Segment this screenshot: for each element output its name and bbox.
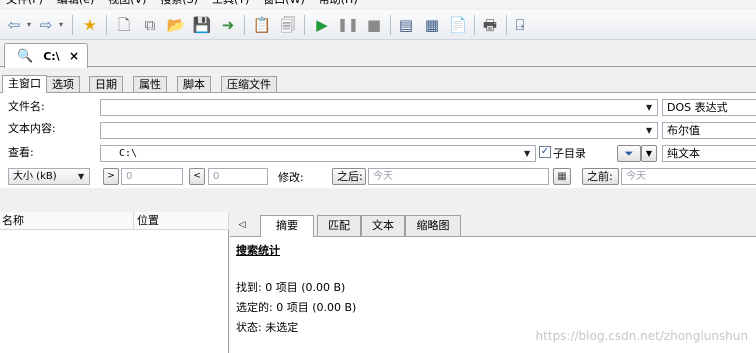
report-icon[interactable]: 📄 xyxy=(448,15,468,35)
chevron-down-icon[interactable]: ▼ xyxy=(646,103,652,112)
layout-icon[interactable]: ▦ xyxy=(422,15,442,35)
summary-heading: 搜索统计 xyxy=(236,244,280,257)
content-input[interactable] xyxy=(100,122,658,139)
results-list[interactable]: 名称 位置 xyxy=(0,212,229,353)
before-button[interactable]: 之前: xyxy=(582,168,619,185)
menu-view[interactable]: 视图(V) xyxy=(108,0,146,8)
tab-matches[interactable]: 匹配 xyxy=(317,215,361,236)
new-icon[interactable]: 🗋 xyxy=(114,15,134,35)
selected-count: 选定的: 0 项目 (0.00 B) xyxy=(236,301,357,314)
tab-scroll-left-icon[interactable]: ◁ xyxy=(234,215,250,236)
filename-label: 文件名: xyxy=(8,100,45,113)
before-date-input[interactable]: 今天 xyxy=(621,168,756,185)
tab-main[interactable]: 主窗口 xyxy=(2,75,47,93)
tab-attributes[interactable]: 属性 xyxy=(133,76,167,93)
filter-dropdown-icon[interactable]: ▼ xyxy=(641,145,657,162)
menu-tools[interactable]: 工具(T) xyxy=(212,0,249,8)
chevron-down-icon[interactable]: ▼ xyxy=(646,126,652,135)
content-mode-select[interactable]: 布尔值 xyxy=(662,122,756,139)
content-label: 文本内容: xyxy=(8,122,56,135)
forward-dropdown-icon[interactable]: ▾ xyxy=(56,15,66,35)
forward-icon[interactable]: ⇨ xyxy=(36,15,56,35)
calendar-icon[interactable]: ▦ xyxy=(553,168,571,185)
pause-icon[interactable]: ❚❚ xyxy=(337,15,359,35)
size-lt-button[interactable]: < xyxy=(189,168,205,185)
watermark: https://blog.csdn.net/zhonglunshun xyxy=(535,329,748,343)
detail-pane: ◁ 摘要 匹配 文本 缩略图 搜索统计 找到: 0 项目 (0.00 B) 选定… xyxy=(230,212,756,353)
after-date-input[interactable]: 今天 xyxy=(368,168,549,185)
after-button[interactable]: 之后: xyxy=(332,168,366,185)
size-lt-input[interactable]: 0 xyxy=(208,168,268,185)
magnifier-icon: 🔍 xyxy=(17,48,34,64)
chevron-down-icon[interactable]: ▼ xyxy=(78,172,84,181)
lookin-input[interactable]: C:\ xyxy=(100,145,536,162)
subdirs-checkbox[interactable]: ✓ xyxy=(539,146,551,158)
size-gt-input[interactable]: 0 xyxy=(121,168,183,185)
copy-icon[interactable]: ⧉ xyxy=(140,15,160,35)
menu-search[interactable]: 搜索(S) xyxy=(160,0,198,8)
search-file-icon[interactable]: 🗐 xyxy=(278,15,298,35)
size-gt-button[interactable]: > xyxy=(103,168,119,185)
tab-script[interactable]: 脚本 xyxy=(177,76,211,93)
save-icon[interactable]: 💾 xyxy=(192,15,212,35)
export-icon[interactable]: ➜ xyxy=(218,15,238,35)
status-text: 状态: 未选定 xyxy=(236,321,299,334)
filename-input[interactable] xyxy=(100,99,658,116)
menubar: 文件(F) 编辑(e) 视图(V) 搜索(S) 工具(T) 窗口(W) 帮助(H… xyxy=(0,0,756,8)
column-header-name[interactable]: 名称 xyxy=(0,212,134,230)
filename-mode-select[interactable]: DOS 表达式 xyxy=(662,99,756,116)
column-header-location[interactable]: 位置 xyxy=(134,212,229,230)
open-folder-icon[interactable]: 📂 xyxy=(166,15,186,35)
tab-text[interactable]: 文本 xyxy=(361,215,405,236)
toolbar: ⇦ ▾ ⇨ ▾ ★ 🗋 ⧉ 📂 💾 ➜ 📋 🗐 ▶ ❚❚ ■ ▤ ▦ 📄 🖶 ⍈ xyxy=(0,10,756,40)
stop-icon[interactable]: ■ xyxy=(364,15,384,35)
print-icon[interactable]: 🖶 xyxy=(480,15,500,35)
document-tab-title: C:\ xyxy=(43,49,60,63)
document-tab[interactable]: 🔍 C:\ × xyxy=(4,43,88,68)
tab-summary[interactable]: 摘要 xyxy=(260,215,314,237)
menu-file[interactable]: 文件(F) xyxy=(6,0,43,8)
document-tab-bar: 🔍 C:\ × xyxy=(0,40,756,68)
favorites-icon[interactable]: ★ xyxy=(80,15,100,35)
subdirs-label: 子目录 xyxy=(553,147,586,160)
tab-date[interactable]: 日期 xyxy=(89,76,123,93)
menu-help[interactable]: 帮助(H) xyxy=(319,0,358,8)
chevron-down-icon[interactable]: ▼ xyxy=(524,149,530,158)
tab-archives[interactable]: 压缩文件 xyxy=(221,76,277,93)
search-panel: 文件名: ▼ DOS 表达式 文本内容: ▼ 布尔值 查看: C:\ ▼ ✓ 子… xyxy=(0,92,756,188)
tab-thumbnails[interactable]: 缩略图 xyxy=(405,215,461,236)
modified-label: 修改: xyxy=(278,171,304,184)
clipboard-icon[interactable]: 📋 xyxy=(252,15,272,35)
found-count: 找到: 0 项目 (0.00 B) xyxy=(236,281,346,294)
filter-icon[interactable]: ⏷ xyxy=(617,145,641,162)
back-dropdown-icon[interactable]: ▾ xyxy=(24,15,34,35)
tab-options[interactable]: 选项 xyxy=(46,76,80,93)
properties-icon[interactable]: ▤ xyxy=(396,15,416,35)
summary-panel: 搜索统计 找到: 0 项目 (0.00 B) 选定的: 0 项目 (0.00 B… xyxy=(230,236,756,353)
exit-icon[interactable]: ⍈ xyxy=(510,15,530,35)
start-icon[interactable]: ▶ xyxy=(312,15,332,35)
lookin-label: 查看: xyxy=(8,146,34,159)
text-mode-select[interactable]: 纯文本 xyxy=(662,145,756,162)
menu-window[interactable]: 窗口(W) xyxy=(263,0,304,8)
menu-edit[interactable]: 编辑(e) xyxy=(57,0,94,8)
close-icon[interactable]: × xyxy=(69,49,79,63)
back-icon[interactable]: ⇦ xyxy=(4,15,24,35)
